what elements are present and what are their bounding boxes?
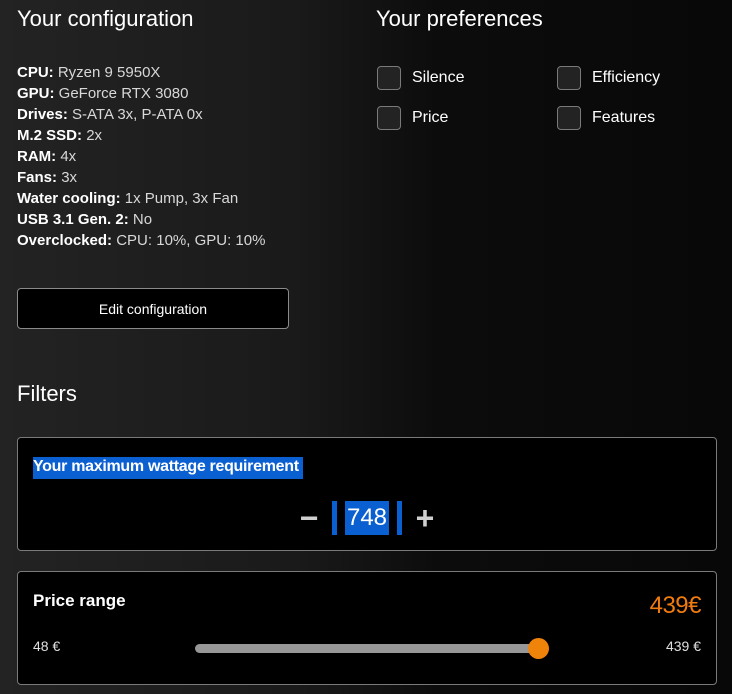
config-row-cpu: CPU: Ryzen 9 5950X <box>17 62 265 83</box>
wattage-filter-card: Your maximum wattage requirement − 748 + <box>17 437 717 551</box>
preference-label: Efficiency <box>592 69 661 86</box>
configuration-title: Your configuration <box>17 6 194 31</box>
config-label: Fans: <box>17 169 58 186</box>
slider-track[interactable] <box>195 644 537 653</box>
efficiency-checkbox[interactable] <box>557 66 581 90</box>
stepper-divider <box>397 501 402 535</box>
price-slider[interactable] <box>195 638 549 659</box>
config-label: M.2 SSD: <box>17 127 83 144</box>
config-row-water-cooling: Water cooling: 1x Pump, 3x Fan <box>17 188 265 209</box>
config-label: CPU: <box>17 64 54 81</box>
config-label: Overclocked: <box>17 232 113 249</box>
wattage-stepper: − 748 + <box>18 501 716 535</box>
price-max-label: 439 € <box>665 638 701 654</box>
config-value: CPU: 10%, GPU: 10% <box>116 232 266 249</box>
preference-efficiency[interactable]: Efficiency <box>557 66 732 90</box>
decrement-button[interactable]: − <box>294 501 324 535</box>
config-label: USB 3.1 Gen. 2: <box>17 211 129 228</box>
price-checkbox[interactable] <box>377 106 401 130</box>
edit-configuration-button[interactable]: Edit configuration <box>17 288 289 329</box>
config-value: Ryzen 9 5950X <box>57 64 161 81</box>
configuration-list: CPU: Ryzen 9 5950X GPU: GeForce RTX 3080… <box>17 62 265 251</box>
preferences-title: Your preferences <box>376 6 543 31</box>
price-current-value: 439€ <box>649 592 702 619</box>
config-value: No <box>132 211 153 228</box>
wattage-input[interactable]: 748 <box>345 501 389 535</box>
preference-label: Silence <box>412 69 465 86</box>
config-value: 4x <box>60 148 77 165</box>
preference-label: Features <box>592 109 656 126</box>
config-label: Drives: <box>17 106 68 123</box>
filters-title: Filters <box>17 381 77 406</box>
config-label: GPU: <box>17 85 55 102</box>
preferences-grid: Silence Efficiency Price Features <box>377 66 732 130</box>
config-value: GeForce RTX 3080 <box>58 85 189 102</box>
preference-label: Price <box>412 109 449 126</box>
config-row-gpu: GPU: GeForce RTX 3080 <box>17 83 265 104</box>
config-value: 1x Pump, 3x Fan <box>124 190 239 207</box>
config-value: 3x <box>61 169 78 186</box>
config-row-usb: USB 3.1 Gen. 2: No <box>17 209 265 230</box>
config-label: RAM: <box>17 148 57 165</box>
preference-features[interactable]: Features <box>557 106 732 130</box>
config-row-overclocked: Overclocked: CPU: 10%, GPU: 10% <box>17 230 265 251</box>
features-checkbox[interactable] <box>557 106 581 130</box>
config-label: Water cooling: <box>17 190 121 207</box>
config-value: S-ATA 3x, P-ATA 0x <box>72 106 203 123</box>
preference-silence[interactable]: Silence <box>377 66 557 90</box>
config-row-drives: Drives: S-ATA 3x, P-ATA 0x <box>17 104 265 125</box>
preference-price[interactable]: Price <box>377 106 557 130</box>
stepper-divider <box>332 501 337 535</box>
config-row-ram: RAM: 4x <box>17 146 265 167</box>
config-row-m2-ssd: M.2 SSD: 2x <box>17 125 265 146</box>
wattage-label: Your maximum wattage requirement <box>33 457 303 479</box>
increment-button[interactable]: + <box>410 501 440 535</box>
silence-checkbox[interactable] <box>377 66 401 90</box>
price-filter-card: Price range 439€ 48 € 439 € <box>17 571 717 685</box>
price-range-label: Price range <box>33 591 126 610</box>
config-row-fans: Fans: 3x <box>17 167 265 188</box>
price-min-label: 48 € <box>33 638 61 654</box>
slider-thumb[interactable] <box>528 638 549 659</box>
config-value: 2x <box>86 127 103 144</box>
